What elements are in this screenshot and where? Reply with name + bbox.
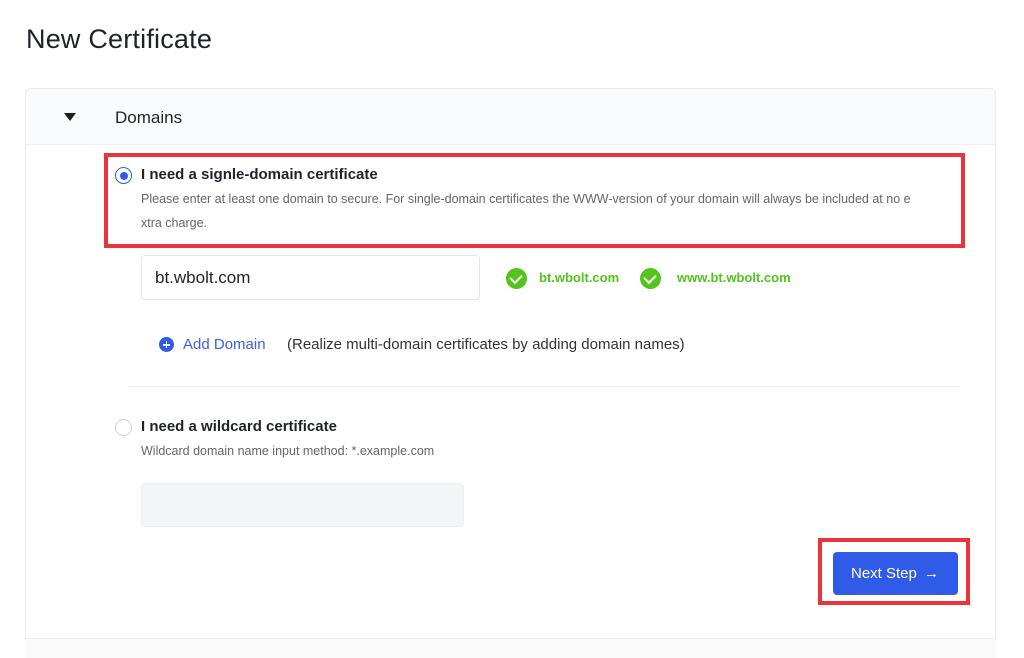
plus-circle-icon[interactable] [159, 337, 174, 352]
verified-domain: bt.wbolt.com [539, 270, 620, 285]
divider [128, 386, 960, 387]
domain-input[interactable] [141, 255, 480, 300]
next-section-header [25, 638, 996, 658]
arrow-right-icon: → [924, 565, 939, 582]
section-label: Domains [115, 108, 183, 127]
next-step-button[interactable]: Next Step → [833, 552, 958, 595]
page-title: New Certificate [26, 24, 213, 54]
single-domain-title[interactable]: I need a signle-domain certificate [141, 166, 378, 183]
add-domain-note: (Realize multi-domain certificates by ad… [287, 336, 685, 353]
wildcard-description: Wildcard domain name input method: *.exa… [141, 444, 435, 458]
check-circle-icon [640, 268, 661, 289]
single-domain-description-line1: Please enter at least one domain to secu… [141, 192, 911, 206]
wildcard-title[interactable]: I need a wildcard certificate [141, 418, 337, 435]
check-circle-icon [506, 268, 527, 289]
single-domain-radio[interactable] [115, 167, 132, 184]
wildcard-domain-input[interactable] [141, 483, 464, 527]
single-domain-description: Please enter at least one domain to secu… [141, 187, 956, 235]
next-step-label: Next Step [851, 565, 917, 582]
verified-domain-www: www.bt.wbolt.com [677, 270, 791, 285]
domains-section-header[interactable]: Domains [26, 89, 995, 145]
add-domain-link[interactable]: Add Domain [183, 336, 266, 353]
wildcard-radio[interactable] [115, 419, 132, 436]
caret-down-icon[interactable] [64, 113, 76, 121]
single-domain-description-line2: xtra charge. [141, 216, 208, 230]
